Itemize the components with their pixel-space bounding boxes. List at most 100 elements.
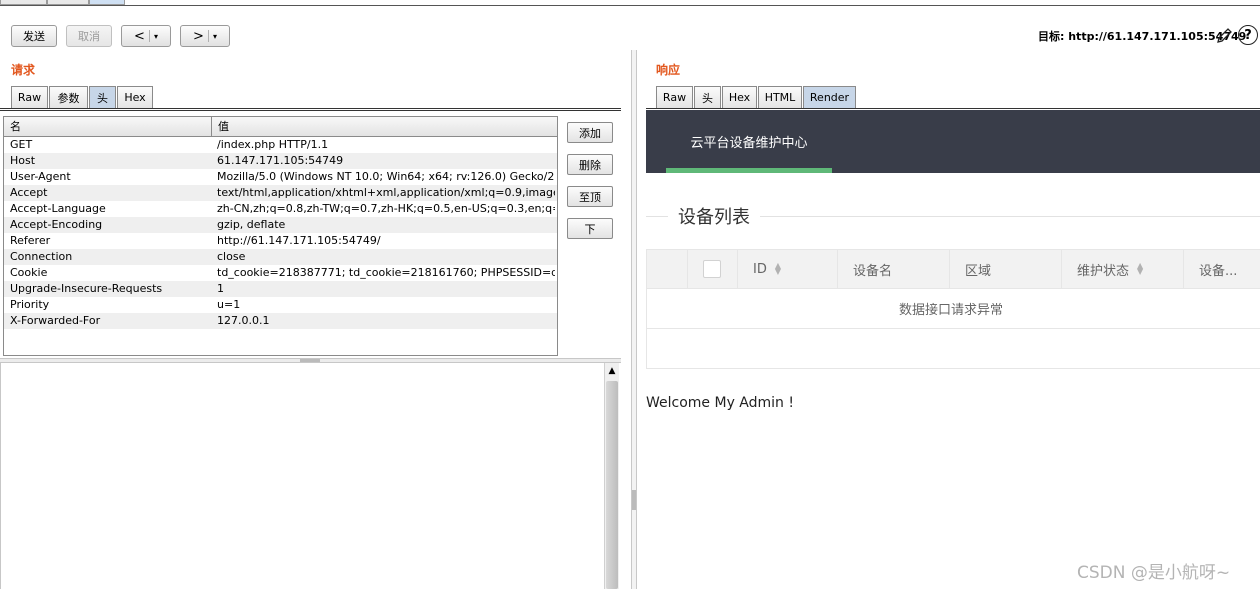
tab-params[interactable]: 参数 (49, 86, 88, 108)
header-name-cell[interactable]: Referer (10, 233, 210, 249)
headers-table: 名 值 GET/index.php HTTP/1.1 Host 61.147.171… (3, 116, 558, 356)
request-title: 请求 (11, 63, 36, 77)
forward-button[interactable]: > ▾ (180, 25, 230, 47)
nav-active-indicator (666, 168, 832, 173)
header-name-cell[interactable]: X-Forwarded-For (10, 313, 210, 329)
request-body-editor[interactable] (0, 363, 621, 589)
table-row[interactable]: GET/index.php HTTP/1.1 (4, 137, 557, 153)
header-value-cell[interactable]: http://61.147.171.105:54749/ (217, 233, 555, 249)
tab-headers[interactable]: 头 (694, 86, 721, 108)
header-name-cell[interactable]: Accept-Encoding (10, 217, 210, 233)
column-device-more-header[interactable]: 设备... (1184, 249, 1260, 289)
header-value-cell[interactable]: td_cookie=218387771; td_cookie=218161760… (217, 265, 555, 281)
tab-headers[interactable]: 头 (89, 86, 116, 108)
dropdown-arrow-icon: ▾ (153, 31, 158, 41)
header-value-cell[interactable]: text/html,application/xhtml+xml,applicat… (217, 185, 555, 201)
separator (148, 30, 150, 42)
chevron-left-icon: < (134, 28, 145, 44)
header-name-cell[interactable]: Accept (10, 185, 210, 201)
top-tab-strip (0, 0, 1260, 6)
header-value-cell[interactable]: u=1 (217, 297, 555, 313)
table-row[interactable]: Accept-Language zh-CN,zh;q=0.8,zh-TW;q=0.… (4, 201, 557, 217)
table-header: 名 值 (4, 117, 557, 137)
tab-render[interactable]: Render (803, 86, 856, 108)
column-value-header[interactable]: 值 (211, 117, 557, 137)
column-id-label: ID (753, 261, 767, 277)
top-tab[interactable] (0, 0, 47, 5)
header-value-cell[interactable]: 1 (217, 281, 555, 297)
header-name-cell[interactable]: Host (10, 153, 210, 169)
table-row[interactable]: Cookie td_cookie=218387771; td_cookie=218… (4, 265, 557, 281)
sort-icon[interactable]: ▲ ▼ (1137, 262, 1143, 276)
header-value-cell[interactable]: close (217, 249, 555, 265)
header-name-cell[interactable]: GET (10, 137, 210, 153)
scrollbar-thumb[interactable] (606, 381, 618, 589)
scroll-up-icon[interactable]: ▲ (605, 363, 619, 379)
empty-message: 数据接口请求异常 (646, 289, 1260, 329)
tab-hex[interactable]: Hex (722, 86, 757, 108)
nav-bar: 云平台设备维护中心 (646, 110, 1260, 173)
header-value-cell[interactable]: Mozilla/5.0 (Windows NT 10.0; Win64; x64… (217, 169, 555, 185)
add-button[interactable]: 添加 (567, 122, 613, 143)
vertical-scrollbar[interactable]: ▲ (604, 363, 619, 589)
header-name-cell[interactable]: Accept-Language (10, 201, 210, 217)
select-all-checkbox[interactable] (703, 260, 721, 278)
splitter-grip[interactable] (632, 490, 636, 510)
column-device-name-header[interactable]: 设备名 (838, 249, 950, 289)
empty-row (646, 329, 1260, 369)
tab-html[interactable]: HTML (758, 86, 802, 108)
move-top-button[interactable]: 至顶 (567, 186, 613, 207)
pencil-icon[interactable] (1214, 26, 1234, 46)
header-name-cell[interactable]: Connection (10, 249, 210, 265)
table-header-checkbox (688, 249, 738, 289)
header-name-cell[interactable]: User-Agent (10, 169, 210, 185)
welcome-text: Welcome My Admin ! (646, 395, 794, 411)
sort-icon[interactable]: ▲ ▼ (775, 262, 781, 276)
header-value-cell[interactable]: gzip, deflate (217, 217, 555, 233)
column-id-header[interactable]: ID ▲ ▼ (738, 249, 838, 289)
separator (207, 30, 209, 42)
watermark: CSDN @是小航呀~ (1077, 563, 1231, 583)
tab-raw[interactable]: Raw (11, 86, 48, 108)
top-tab[interactable] (47, 0, 89, 5)
table-row[interactable]: Upgrade-Insecure-Requests 1 (4, 281, 557, 297)
table-row[interactable]: Priority u=1 (4, 297, 557, 313)
column-status-label: 维护状态 (1077, 263, 1130, 279)
top-tab-active[interactable] (89, 0, 125, 5)
request-tabs: Raw 参数 头 Hex (11, 86, 621, 108)
remove-button[interactable]: 删除 (567, 154, 613, 175)
table-row[interactable]: Referer http://61.147.171.105:54749/ (4, 233, 557, 249)
cancel-button[interactable]: 取消 (66, 25, 112, 47)
table-row[interactable]: Connection close (4, 249, 557, 265)
table-row[interactable]: X-Forwarded-For 127.0.0.1 (4, 313, 557, 329)
table-row[interactable]: User-Agent Mozilla/5.0 (Windows NT 10.0; … (4, 169, 557, 185)
table-body: GET/index.php HTTP/1.1 Host 61.147.171.105… (4, 137, 557, 329)
column-region-header[interactable]: 区域 (950, 249, 1062, 289)
response-title: 响应 (656, 63, 681, 77)
header-name-cell[interactable]: Upgrade-Insecure-Requests (10, 281, 210, 297)
column-name-header[interactable]: 名 (4, 117, 211, 137)
help-icon[interactable]: ? (1238, 25, 1258, 45)
send-button[interactable]: 发送 (11, 25, 57, 47)
header-name-cell[interactable]: Cookie (10, 265, 210, 281)
header-value-cell[interactable]: 61.147.171.105:54749 (217, 153, 555, 169)
table-row[interactable]: Accept-Encoding gzip, deflate (4, 217, 557, 233)
vertical-splitter[interactable] (631, 50, 637, 589)
rendered-page: 云平台设备维护中心 设备列表 ID ▲ ▼ 设备名 区域 维护状态 ▲ ▼ 设备..… (646, 110, 1260, 589)
tab-underline (0, 108, 621, 111)
dropdown-arrow-icon: ▾ (212, 31, 217, 41)
tab-raw[interactable]: Raw (656, 86, 693, 108)
move-down-button[interactable]: 下 (567, 218, 613, 239)
header-name-cell[interactable]: Priority (10, 297, 210, 313)
column-status-header[interactable]: 维护状态 ▲ ▼ (1062, 249, 1184, 289)
tab-hex[interactable]: Hex (117, 86, 153, 108)
splitter-grip[interactable] (300, 359, 320, 362)
header-value-cell[interactable]: /index.php HTTP/1.1 (217, 137, 555, 153)
header-value-cell[interactable]: 127.0.0.1 (217, 313, 555, 329)
table-header-cell (646, 249, 688, 289)
header-value-cell[interactable]: zh-CN,zh;q=0.8,zh-TW;q=0.7,zh-HK;q=0.5,e… (217, 201, 555, 217)
table-row[interactable]: Accept text/html,application/xhtml+xml,ap… (4, 185, 557, 201)
nav-item-maintenance-center[interactable]: 云平台设备维护中心 (666, 110, 832, 173)
table-row[interactable]: Host 61.147.171.105:54749 (4, 153, 557, 169)
back-button[interactable]: < ▾ (121, 25, 171, 47)
